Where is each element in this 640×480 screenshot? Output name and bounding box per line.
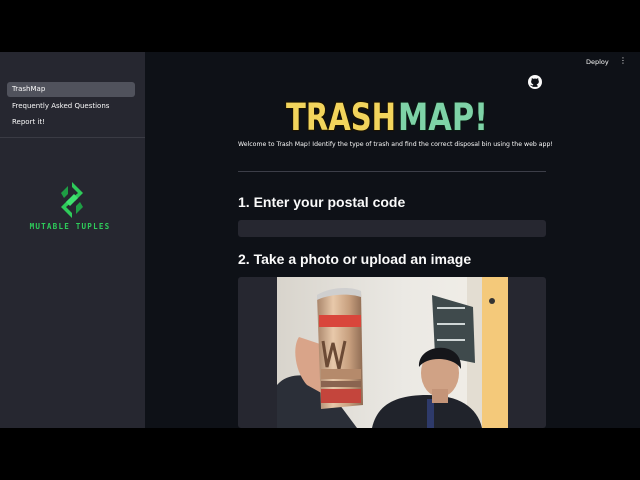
mutable-tuples-logo-icon	[61, 182, 83, 218]
sidebar-divider	[0, 137, 145, 138]
page-title: TRASH MAP!	[285, 95, 489, 136]
step2-heading: 2. Take a photo or upload an image	[238, 251, 472, 267]
app-frame: TrashMap Frequently Asked Questions Repo…	[0, 52, 640, 428]
welcome-text: Welcome to Trash Map! Identify the type …	[238, 141, 553, 148]
sidebar-item-report[interactable]: Report it!	[7, 115, 135, 130]
captured-photo	[277, 277, 508, 428]
sidebar: TrashMap Frequently Asked Questions Repo…	[0, 52, 145, 428]
github-icon[interactable]	[528, 75, 542, 89]
postal-code-input[interactable]	[238, 220, 546, 237]
brand-name: MUTABLE TUPLES	[29, 222, 111, 231]
sidebar-item-trashmap[interactable]: TrashMap	[7, 82, 135, 97]
sidebar-item-faq[interactable]: Frequently Asked Questions	[7, 99, 135, 114]
section-divider	[238, 171, 546, 172]
main-menu-icon[interactable]: ⋮	[619, 56, 627, 65]
title-map-text: MAP!	[398, 96, 488, 136]
deploy-button[interactable]: Deploy	[586, 58, 609, 66]
sidebar-nav: TrashMap Frequently Asked Questions Repo…	[7, 82, 135, 132]
camera-input-area[interactable]	[238, 277, 546, 428]
step1-heading: 1. Enter your postal code	[238, 194, 406, 210]
title-trash-text: TRASH	[286, 96, 396, 136]
